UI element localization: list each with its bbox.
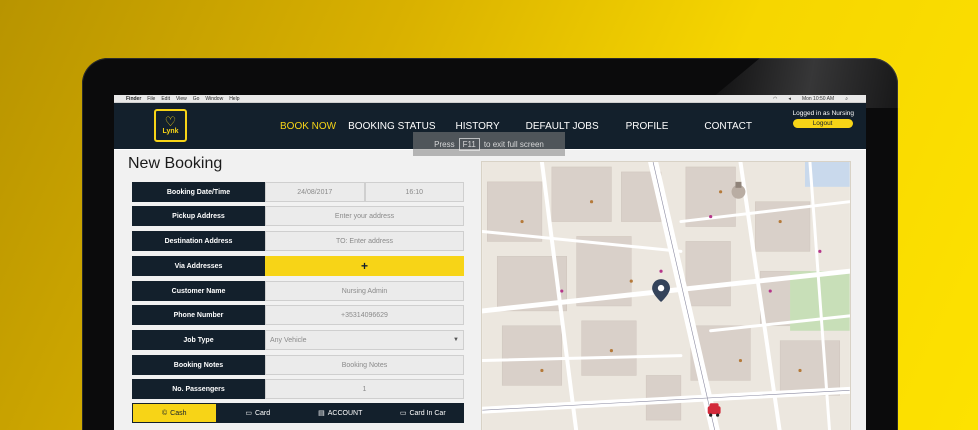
mac-menubar: Finder File Edit View Go Window Help ◠ ◂… [114,95,866,103]
nav-profile[interactable]: PROFILE [626,121,669,132]
coin-icon: © [161,409,168,417]
volume-icon[interactable]: ◂ [788,96,791,102]
nav-history[interactable]: HISTORY [456,121,500,132]
phone-number-input[interactable]: +35314096629 [265,305,464,325]
jobtype-select[interactable]: Any Vehicle ▼ [265,330,464,350]
payment-card-in-car-label: Card In Car [409,409,446,417]
row-via: Via Addresses + [132,256,464,276]
time-input[interactable]: 16:10 [364,182,464,202]
notes-label: Booking Notes [132,355,265,375]
heart-icon: ♡ [164,113,177,129]
payment-cash-label: Cash [170,409,187,417]
menu-edit[interactable]: Edit [161,96,170,102]
row-passengers: No. Passengers 1 [132,379,464,399]
booking-date-label: Booking Date/Time [132,182,265,202]
row-pickup: Pickup Address Enter your address [132,206,464,226]
card-icon: ▭ [245,410,252,417]
date-input[interactable]: 24/08/2017 [265,182,365,202]
logo-text: Lynk [162,127,179,135]
passengers-input[interactable]: 1 [265,379,464,399]
row-jobtype: Job Type Any Vehicle ▼ [132,330,464,350]
user-panel: Logged in as Nursing Logout [792,110,854,128]
destination-address-input[interactable]: TO: Enter address [265,231,464,251]
menu-view[interactable]: View [176,96,187,102]
booking-notes-input[interactable]: Booking Notes [265,355,464,375]
add-via-button[interactable]: + [265,256,464,276]
map-view[interactable] [481,161,851,430]
wifi-icon[interactable]: ◠ [773,96,777,102]
document-icon: ▤ [318,410,325,417]
menu-file[interactable]: File [147,96,155,102]
dropdown-arrow-icon: ▼ [453,337,459,343]
menu-go[interactable]: Go [193,96,200,102]
nav-book-now[interactable]: BOOK NOW [280,121,336,132]
phone-label: Phone Number [132,305,265,325]
destination-label: Destination Address [132,231,265,251]
payment-cash[interactable]: © Cash [132,403,217,423]
nav-default-jobs[interactable]: DEFAULT JOBS [526,121,599,132]
pickup-label: Pickup Address [132,206,265,226]
row-booking-date: Booking Date/Time 24/08/2017 16:10 [132,182,464,202]
jobtype-value: Any Vehicle [270,336,307,344]
menu-help[interactable]: Help [229,96,239,102]
hint-prefix: Press [434,139,455,149]
fullscreen-hint: Press F11 to exit full screen [413,132,565,156]
logged-in-text: Logged in as Nursing [792,110,854,117]
f11-key: F11 [458,137,480,151]
customer-name-input[interactable]: Nursing Admin [265,281,464,301]
payment-account-label: ACCOUNT [327,409,363,417]
passengers-label: No. Passengers [132,379,265,399]
menu-window[interactable]: Window [205,96,223,102]
page-title: New Booking [128,155,223,172]
row-destination: Destination Address TO: Enter address [132,231,464,251]
lynk-logo[interactable]: ♡ Lynk [154,109,187,142]
card-icon: ▭ [399,410,407,417]
pickup-address-input[interactable]: Enter your address [265,206,464,226]
search-icon[interactable]: ⌕ [845,96,848,102]
customer-label: Customer Name [132,281,265,301]
hint-suffix: to exit full screen [483,139,544,149]
row-notes: Booking Notes Booking Notes [132,355,464,375]
logout-button[interactable]: Logout [792,119,853,128]
row-customer: Customer Name Nursing Admin [132,281,464,301]
menu-app[interactable]: Finder [126,96,141,102]
screen: Finder File Edit View Go Window Help ◠ ◂… [114,95,866,430]
payment-card-in-car[interactable]: ▭ Card In Car [382,403,465,423]
via-label: Via Addresses [132,256,265,276]
jobtype-label: Job Type [132,330,265,350]
nav-booking-status[interactable]: BOOKING STATUS [348,121,435,132]
street-map [482,162,850,430]
payment-account[interactable]: ▤ ACCOUNT [299,403,382,423]
payment-card[interactable]: ▭ Card [217,403,300,423]
row-phone: Phone Number +35314096629 [132,305,464,325]
payment-options: © Cash ▭ Card ▤ ACCOUNT ▭ Card In Car [132,403,464,423]
nav-contact[interactable]: CONTACT [704,121,752,132]
menubar-status: ◠ ◂ Mon 10:50 AM ⌕ [773,96,854,102]
menubar-clock[interactable]: Mon 10:50 AM [802,96,834,102]
payment-card-label: Card [254,409,271,417]
